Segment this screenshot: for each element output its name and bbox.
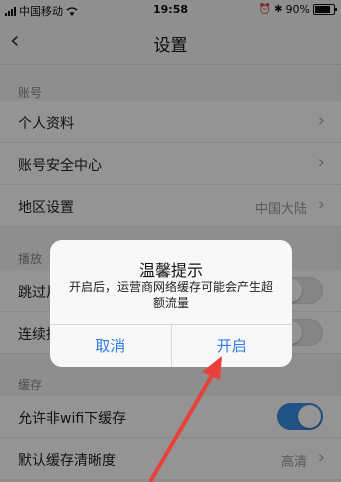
settings-page: 中国移动 19:58 ⏰ ✱ 90% ‹ 设置 账号 个人资料 › 账号安全中心…: [0, 0, 341, 482]
annotation-arrow-icon: [148, 356, 222, 482]
